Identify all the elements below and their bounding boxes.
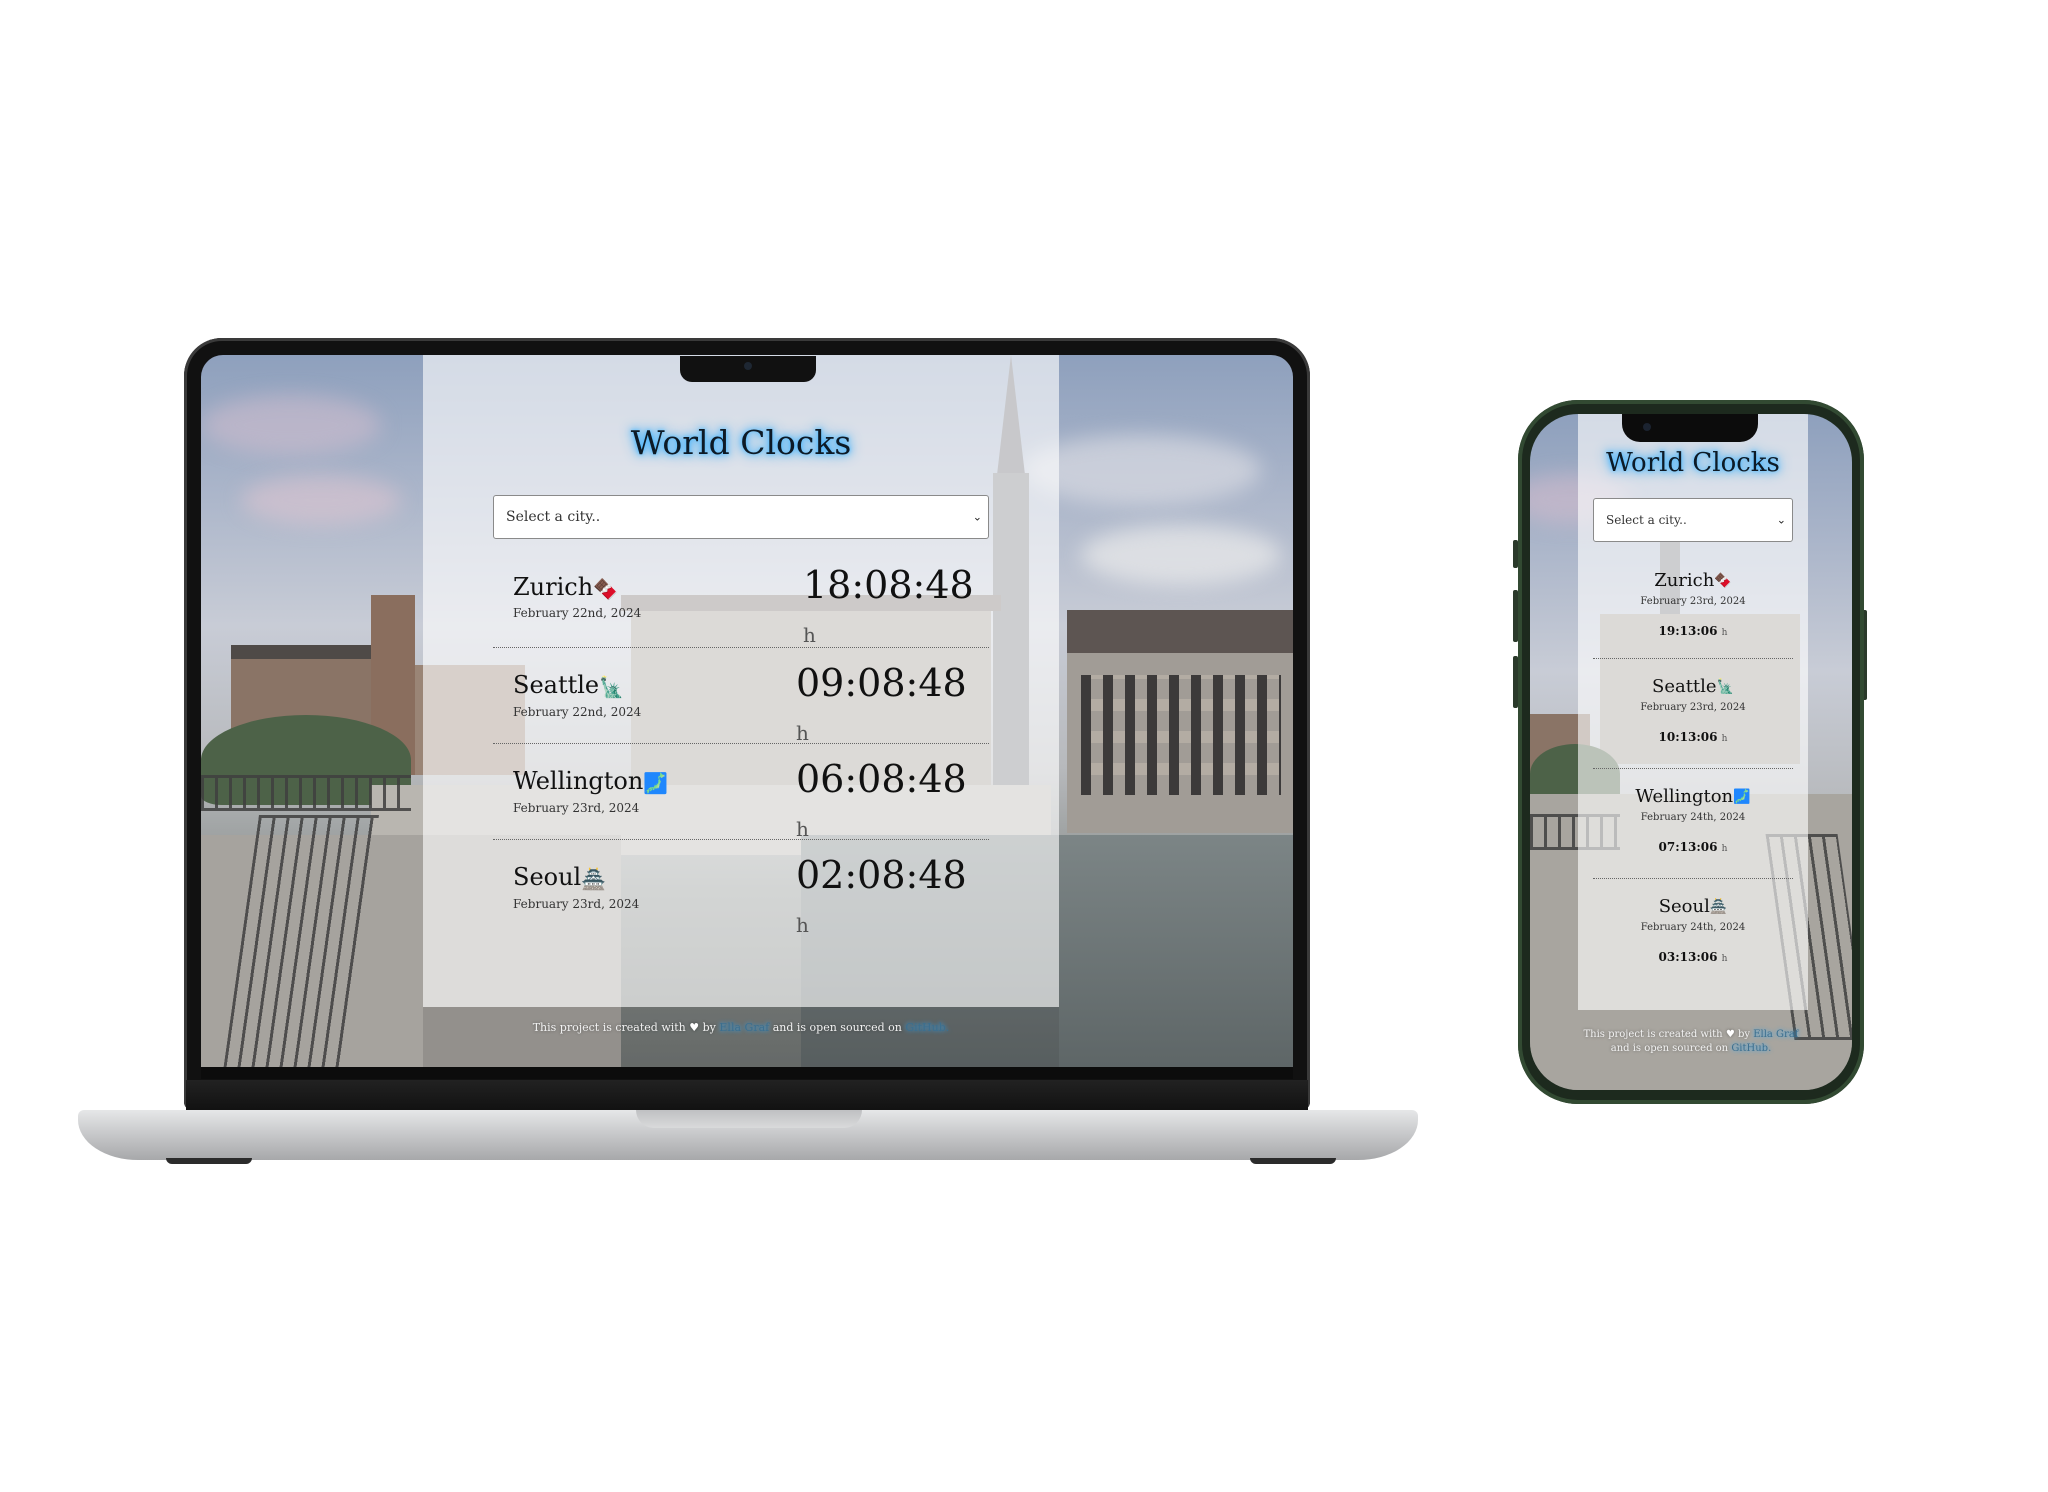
camera-icon [744,362,752,370]
camera-icon [1643,423,1651,431]
page-title: World Clocks [630,423,852,462]
city-time-value: 19:13:06 [1658,624,1718,638]
city-name: Seattle🗽 [513,671,624,699]
footer-by: by [702,1021,716,1034]
heart-icon: ♥ [689,1021,700,1034]
city-name-text: Wellington [513,767,644,795]
city-time: 07:13:06 h [1593,840,1793,854]
list-item: Seoul🏯 February 24th, 2024 03:13:06 h [1593,878,1793,988]
map-of-japan-icon: 🗾 [643,770,669,795]
castle-icon: 🏯 [1709,899,1728,915]
time-unit: h [803,623,816,647]
city-date: February 23rd, 2024 [513,801,640,815]
author-link[interactable]: Ella Graf [1753,1029,1798,1040]
city-date: February 24th, 2024 [1640,812,1746,823]
city-select-placeholder: Select a city.. [506,509,601,525]
page-title: World Clocks [1606,448,1780,478]
city-name-text: Zurich [513,573,594,601]
city-time: 09:08:48 h [796,661,989,749]
city-name-text: Seattle [513,671,600,699]
time-unit: h [1721,844,1728,854]
city-name: Zurich🍫 [1593,570,1793,591]
city-time: 19:13:06 h [1593,624,1793,638]
city-time: 06:08:48 h [796,757,989,845]
time-unit: h [796,817,809,841]
list-item: Seattle🗽 February 23rd, 2024 10:13:06 h [1593,658,1793,769]
laptop-foot-right [1250,1158,1336,1164]
city-name-text: Wellington [1635,786,1734,807]
clock-panel: World Clocks Select a city.. ⌄ Zurich🍫 F… [1578,414,1808,1010]
city-date: February 24th, 2024 [1640,922,1746,933]
chocolate-icon: 🍫 [593,576,619,601]
laptop-hinge [186,1080,1308,1111]
github-link[interactable]: GitHub. [1731,1043,1771,1054]
city-name: Seoul🏯 [513,863,606,891]
map-of-japan-icon: 🗾 [1733,789,1751,805]
footer-text: This project is created with ♥ by Ella G… [423,1021,1059,1034]
city-name-text: Seoul [513,863,582,891]
city-time-value: 02:08:48 [796,853,967,897]
footer-prefix: This project is created with [1583,1029,1723,1040]
time-unit: h [1721,954,1728,964]
author-link[interactable]: Ella Graf [719,1021,769,1034]
statue-of-liberty-icon: 🗽 [1716,679,1735,695]
footer-text: This project is created with ♥ by Ella G… [1550,1028,1832,1056]
chocolate-icon: 🍫 [1714,573,1732,589]
laptop-foot-left [166,1158,252,1164]
laptop-screen: World Clocks Select a city.. ⌄ Zurich🍫 F… [201,355,1293,1067]
heart-icon: ♥ [1725,1029,1735,1040]
chevron-down-icon: ⌄ [1776,513,1786,527]
city-name: Wellington🗾 [1593,786,1793,807]
city-select[interactable]: Select a city.. ⌄ [493,495,989,539]
city-name-text: Seoul [1658,896,1710,917]
time-unit: h [1721,628,1728,638]
city-time-value: 03:13:06 [1658,950,1718,964]
footer-by: by [1737,1029,1751,1040]
city-date: February 23rd, 2024 [1640,596,1746,607]
list-item: Seattle🗽 February 22nd, 2024 09:08:48 h [493,647,989,745]
city-time-value: 10:13:06 [1658,730,1718,744]
list-item: Seoul🏯 February 23rd, 2024 02:08:48 h [493,839,989,937]
time-unit: h [796,721,809,745]
city-time-value: 18:08:48 [803,563,974,607]
city-name-text: Seattle [1651,676,1717,697]
city-name: Seoul🏯 [1593,896,1793,917]
city-select[interactable]: Select a city.. ⌄ [1593,498,1793,542]
city-name-text: Zurich [1654,570,1715,591]
time-unit: h [796,913,809,937]
city-name: Zurich🍫 [513,573,618,601]
footer-prefix: This project is created with [532,1021,686,1034]
chevron-down-icon: ⌄ [972,510,982,524]
phone-screen: World Clocks Select a city.. ⌄ Zurich🍫 F… [1530,414,1852,1090]
city-time-value: 07:13:06 [1658,840,1718,854]
laptop-chin [201,1067,1293,1079]
city-time: 18:08:48 h [803,563,989,651]
city-date: February 23rd, 2024 [513,897,640,911]
city-time: 03:13:06 h [1593,950,1793,964]
footer-middle: and is open sourced on [772,1021,902,1034]
city-name: Seattle🗽 [1593,676,1793,697]
clock-panel: World Clocks Select a city.. ⌄ Zurich🍫 F… [423,355,1059,1007]
city-time: 10:13:06 h [1593,730,1793,744]
city-date: February 22nd, 2024 [513,606,642,620]
city-date: February 22nd, 2024 [513,705,642,719]
time-unit: h [1721,734,1728,744]
castle-icon: 🏯 [581,866,607,891]
list-item: Wellington🗾 February 24th, 2024 07:13:06… [1593,768,1793,879]
city-select-placeholder: Select a city.. [1606,513,1687,527]
city-time-value: 06:08:48 [796,757,967,801]
city-date: February 23rd, 2024 [1640,702,1746,713]
list-item: Wellington🗾 February 23rd, 2024 06:08:48… [493,743,989,841]
list-item: Zurich🍫 February 23rd, 2024 19:13:06 h [1593,562,1793,659]
statue-of-liberty-icon: 🗽 [599,674,625,699]
city-time-value: 09:08:48 [796,661,967,705]
github-link[interactable]: GitHub. [905,1021,949,1034]
city-name: Wellington🗾 [513,767,668,795]
footer [423,1007,1059,1067]
city-time: 02:08:48 h [796,853,989,941]
laptop-thumb-notch [636,1110,862,1128]
footer-middle: and is open sourced on [1610,1043,1729,1054]
list-item: Zurich🍫 February 22nd, 2024 18:08:48 h [493,561,989,648]
